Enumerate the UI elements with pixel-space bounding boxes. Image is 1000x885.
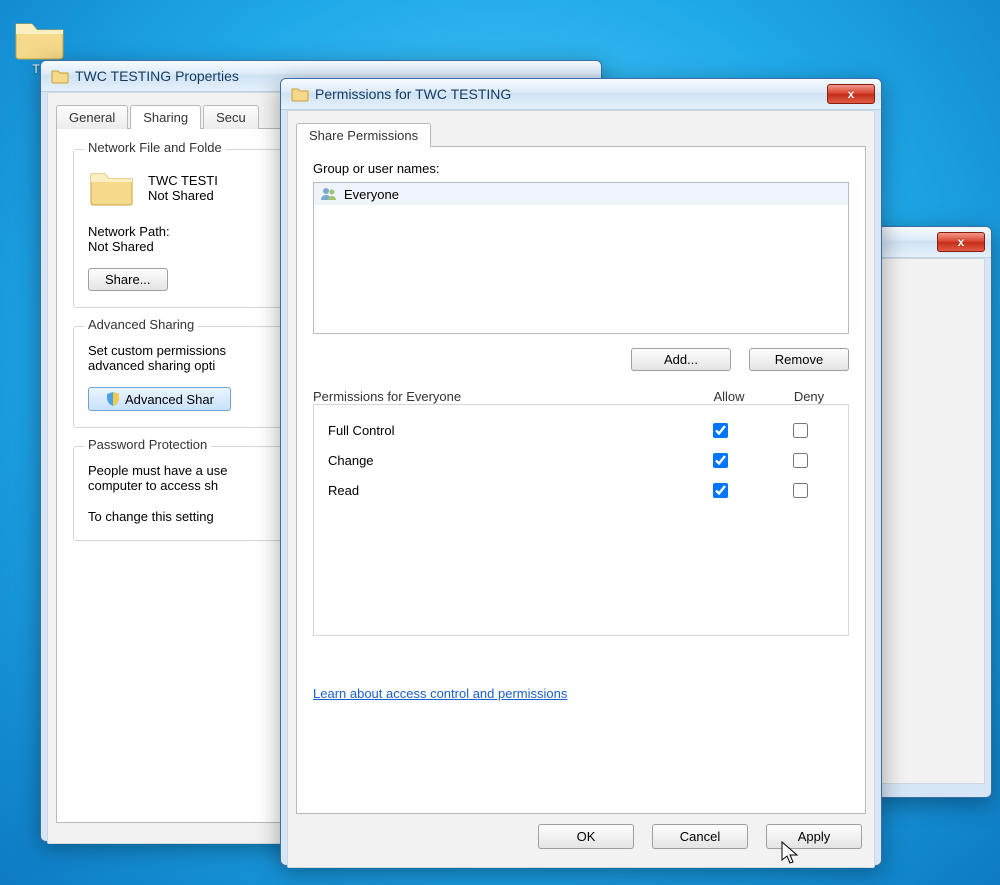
permission-name: Read [322,483,680,498]
folder-icon [88,166,136,210]
tab-share-permissions[interactable]: Share Permissions [296,123,431,147]
advanced-sharing-title: Advanced Sharing [84,317,198,332]
background-window: x [872,226,992,798]
allow-full-control[interactable] [713,423,728,438]
folder-icon [12,14,68,62]
add-button[interactable]: Add... [631,348,731,371]
apply-button[interactable]: Apply [766,824,862,849]
users-icon [320,186,338,202]
tab-sharing[interactable]: Sharing [130,105,201,129]
permissions-table: Full Control Change Read [313,404,849,636]
permission-name: Full Control [322,423,680,438]
network-sharing-title: Network File and Folde [84,140,226,155]
desktop: TE x TWC TESTING Properties General Shar… [0,0,1000,885]
cancel-button[interactable]: Cancel [652,824,748,849]
ok-button[interactable]: OK [538,824,634,849]
deny-full-control[interactable] [793,423,808,438]
password-protection-title: Password Protection [84,437,211,452]
allow-column: Allow [689,389,769,404]
permissions-window: Permissions for TWC TESTING x Share Perm… [280,78,882,866]
user-entry: Everyone [344,187,399,202]
list-item[interactable]: Everyone [314,183,848,205]
close-icon[interactable]: x [937,232,985,252]
advanced-sharing-button[interactable]: Advanced Shar [88,387,231,411]
allow-change[interactable] [713,453,728,468]
share-button[interactable]: Share... [88,268,168,291]
close-icon[interactable]: x [827,84,875,104]
table-row: Read [322,475,840,505]
allow-read[interactable] [713,483,728,498]
tab-security[interactable]: Secu [203,105,259,129]
folder-name: TWC TESTI [148,173,218,188]
folder-status: Not Shared [148,188,218,203]
shield-icon [105,391,121,407]
learn-link[interactable]: Learn about access control and permissio… [313,686,567,701]
folder-icon [51,67,69,85]
table-row: Full Control [322,415,840,445]
permission-name: Change [322,453,680,468]
dialog-button-row: OK Cancel Apply [296,814,866,849]
permissions-for-label: Permissions for Everyone [313,389,689,404]
deny-column: Deny [769,389,849,404]
group-or-user-label: Group or user names: [313,161,849,176]
deny-change[interactable] [793,453,808,468]
folder-icon [291,85,309,103]
tab-general[interactable]: General [56,105,128,129]
user-list[interactable]: Everyone [313,182,849,334]
table-row: Change [322,445,840,475]
deny-read[interactable] [793,483,808,498]
permissions-title: Permissions for TWC TESTING [315,86,827,102]
permissions-titlebar[interactable]: Permissions for TWC TESTING x [281,79,881,110]
remove-button[interactable]: Remove [749,348,849,371]
